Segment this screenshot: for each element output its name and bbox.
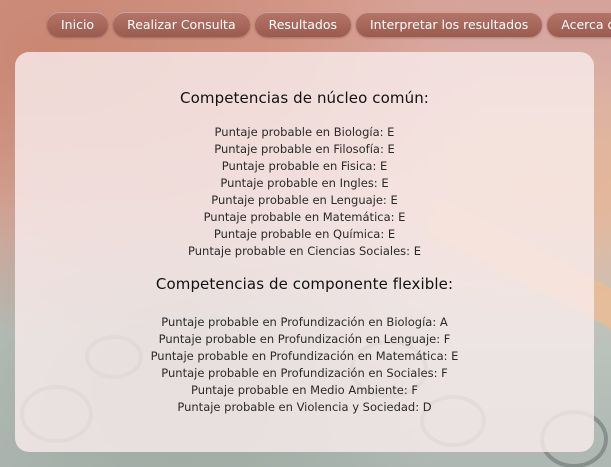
core-results-list: Puntaje probable en Biología: E Puntaje … <box>15 124 594 260</box>
core-result-filosofia: Puntaje probable en Filosofía: E <box>214 142 395 156</box>
core-result-biologia: Puntaje probable en Biología: E <box>214 125 395 139</box>
flexible-result-prof-lenguaje: Puntaje probable en Profundización en Le… <box>158 332 451 346</box>
core-result-ingles: Puntaje probable en Ingles: E <box>220 176 389 190</box>
results-panel: Competencias de núcleo común: Puntaje pr… <box>15 52 594 452</box>
core-result-matematica: Puntaje probable en Matemática: E <box>203 210 406 224</box>
nav-acerca-de-button[interactable]: Acerca de <box>547 12 611 37</box>
flexible-result-prof-sociales: Puntaje probable en Profundización en So… <box>161 366 448 380</box>
flexible-result-prof-biologia: Puntaje probable en Profundización en Bi… <box>161 315 448 329</box>
nav-realizar-consulta-button[interactable]: Realizar Consulta <box>113 12 250 37</box>
flexible-results-list: Puntaje probable en Profundización en Bi… <box>15 314 594 416</box>
nav-resultados-button[interactable]: Resultados <box>254 12 351 37</box>
nav-interpretar-button[interactable]: Interpretar los resultados <box>356 12 543 37</box>
core-competencies-title: Competencias de núcleo común: <box>180 89 429 107</box>
flexible-competencies-title: Competencias de componente flexible: <box>155 275 454 293</box>
flexible-result-medio-ambiente: Puntaje probable en Medio Ambiente: F <box>190 383 419 397</box>
top-navigation: Inicio Realizar Consulta Resultados Inte… <box>47 12 611 37</box>
core-result-lenguaje: Puntaje probable en Lenguaje: E <box>211 193 398 207</box>
core-result-fisica: Puntaje probable en Fisica: E <box>221 159 388 173</box>
core-result-quimica: Puntaje probable en Química: E <box>213 227 396 241</box>
nav-inicio-button[interactable]: Inicio <box>47 12 109 37</box>
core-result-ciencias-sociales: Puntaje probable en Ciencias Sociales: E <box>188 244 421 258</box>
flexible-result-violencia-sociedad: Puntaje probable en Violencia y Sociedad… <box>177 400 432 414</box>
flexible-result-prof-matematica: Puntaje probable en Profundización en Ma… <box>150 349 459 363</box>
